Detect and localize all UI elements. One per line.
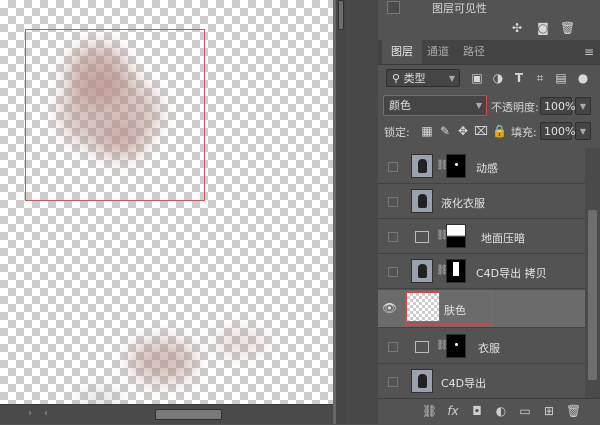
document-canvas[interactable]: › ‹ — [0, 0, 336, 424]
layers-scrollbar[interactable] — [585, 148, 600, 398]
layers-list: ⛓ 动感 液化衣服 ⛓ 地面压暗 ⛓ C4D导出 拷贝 👁 肤色 ⛓ 衣服 C4… — [378, 148, 585, 399]
filter-toggle-icon[interactable]: ● — [576, 71, 590, 85]
fill-label: 填充: — [511, 126, 537, 139]
visibility-label: 图层可见性 — [432, 2, 487, 15]
opacity-dropdown[interactable]: ▼ — [575, 97, 591, 115]
visibility-toggle[interactable] — [388, 162, 398, 172]
layer-mask-thumbnail[interactable] — [446, 259, 466, 283]
layer-name[interactable]: 肤色 — [444, 302, 466, 318]
layer-row[interactable]: ⛓ C4D导出 拷贝 — [378, 255, 585, 289]
visibility-toggle[interactable] — [388, 197, 398, 207]
blend-mode-label: 颜色 — [389, 99, 411, 112]
layer-thumbnail[interactable] — [411, 259, 433, 283]
scroll-right-icon[interactable]: › — [28, 408, 32, 419]
panel-tabs: 图层 通道 路径 ≡ — [378, 40, 600, 65]
opacity-input[interactable]: 100% — [540, 97, 576, 115]
camera-icon[interactable]: ◙ — [536, 21, 550, 35]
layer-name[interactable]: C4D导出 拷贝 — [476, 265, 547, 281]
layer-mask-thumbnail[interactable] — [446, 224, 466, 248]
layer-row[interactable]: C4D导出 — [378, 365, 585, 399]
selection-rectangle — [25, 29, 205, 201]
visibility-toggle[interactable] — [388, 232, 398, 242]
layer-thumbnail[interactable] — [411, 189, 433, 213]
fx-icon[interactable]: fx — [446, 404, 460, 418]
adjustment-layer-icon[interactable] — [415, 341, 429, 353]
filter-kind-select[interactable]: ⚲ 类型 ▼ — [386, 69, 460, 87]
tab-channels[interactable]: 通道 — [418, 40, 458, 64]
layer-mask-thumbnail[interactable] — [446, 154, 466, 178]
lock-position-icon[interactable]: ✥ — [456, 124, 470, 138]
eye-icon[interactable]: 👁 — [382, 301, 397, 315]
fill-dropdown[interactable]: ▼ — [575, 122, 591, 140]
adjustment-filter-icon[interactable]: ◑ — [491, 71, 505, 85]
blend-mode-select[interactable]: 颜色 ▼ — [383, 95, 487, 116]
tab-layers[interactable]: 图层 — [382, 40, 422, 64]
panel-dock-gutter — [346, 0, 378, 424]
trash-icon[interactable]: 🗑 — [560, 21, 575, 35]
layer-filter-row: ⚲ 类型 ▼ ▣ ◑ T ⌗ ▤ ● — [378, 66, 600, 90]
layers-bottom-bar: ⛓ fx ◘ ◐ ▭ ⊞ 🗑 — [378, 398, 600, 425]
visibility-checkbox[interactable] — [387, 1, 400, 14]
layer-name[interactable]: C4D导出 — [441, 375, 486, 391]
link-icon[interactable]: ⛓ — [422, 404, 437, 418]
lock-row: 锁定: ▦ ✎ ✥ ⌧ 🔒 填充: 100% ▼ — [378, 120, 600, 142]
layer-thumbnail[interactable] — [411, 369, 433, 393]
layer-row[interactable]: 👁 肤色 — [378, 290, 585, 328]
blend-row: 颜色 ▼ 不透明度: 100% ▼ — [378, 92, 600, 118]
opacity-value: 100% — [544, 100, 576, 113]
layer-mask-thumbnail[interactable] — [446, 334, 466, 358]
layer-row[interactable]: 液化衣服 — [378, 185, 585, 219]
chevron-down-icon: ▼ — [579, 127, 586, 136]
chevron-down-icon: ▼ — [579, 102, 586, 111]
smart-object-filter-icon[interactable]: ▤ — [554, 71, 568, 85]
skin-tone-blob — [130, 340, 195, 382]
properties-row: 图层可见性 — [378, 0, 600, 16]
layer-name[interactable]: 衣服 — [478, 340, 500, 356]
lock-transparent-icon[interactable]: ▦ — [420, 124, 434, 138]
visibility-toggle[interactable] — [388, 377, 398, 387]
folder-icon[interactable]: ▭ — [518, 404, 532, 418]
type-filter-icon[interactable]: T — [512, 71, 526, 85]
properties-icon-row: ✣ ◙ 🗑 — [378, 18, 600, 40]
lock-label: 锁定: — [384, 126, 410, 139]
lock-artboard-icon[interactable]: ⌧ — [474, 124, 488, 138]
pixel-filter-icon[interactable]: ▣ — [470, 71, 484, 85]
panel-menu-icon[interactable]: ≡ — [584, 45, 594, 59]
layer-row[interactable]: ⛓ 动感 — [378, 150, 585, 184]
layer-name[interactable]: 动感 — [476, 160, 498, 176]
scroll-thumb[interactable] — [155, 409, 222, 420]
scroll-thumb[interactable] — [588, 210, 597, 380]
adjustment-icon[interactable]: ◐ — [494, 404, 508, 418]
lock-all-icon[interactable]: 🔒 — [492, 124, 507, 138]
layer-row[interactable]: ⛓ 地面压暗 — [378, 220, 585, 254]
search-icon: ⚲ — [392, 72, 401, 85]
scroll-left-icon[interactable]: ‹ — [44, 408, 48, 419]
move-arrows-icon[interactable]: ✣ — [510, 21, 524, 35]
layer-name[interactable]: 地面压暗 — [481, 230, 525, 246]
trash-icon[interactable]: 🗑 — [566, 404, 581, 418]
chevron-down-icon: ▼ — [475, 101, 482, 110]
chevron-down-icon: ▼ — [448, 74, 455, 83]
visibility-toggle[interactable] — [388, 342, 398, 352]
skin-tone-blob — [215, 330, 265, 355]
horizontal-scrollbar[interactable]: › ‹ — [0, 404, 333, 424]
lock-brush-icon[interactable]: ✎ — [438, 124, 452, 138]
scroll-thumb[interactable] — [338, 0, 344, 30]
fill-input[interactable]: 100% — [540, 122, 576, 140]
vertical-scrollbar[interactable] — [336, 0, 346, 424]
adjustment-layer-icon[interactable] — [415, 231, 429, 243]
layer-name[interactable]: 液化衣服 — [441, 195, 485, 211]
fill-value: 100% — [544, 125, 576, 138]
layer-row[interactable]: ⛓ 衣服 — [378, 330, 585, 364]
layer-thumbnail[interactable] — [411, 154, 433, 178]
new-layer-icon[interactable]: ⊞ — [542, 404, 556, 418]
shape-filter-icon[interactable]: ⌗ — [533, 71, 547, 85]
visibility-toggle[interactable] — [388, 267, 398, 277]
filter-kind-label: 类型 — [403, 72, 426, 85]
tab-paths[interactable]: 路径 — [454, 40, 494, 64]
opacity-label: 不透明度: — [491, 101, 539, 114]
mask-icon[interactable]: ◘ — [470, 404, 484, 418]
